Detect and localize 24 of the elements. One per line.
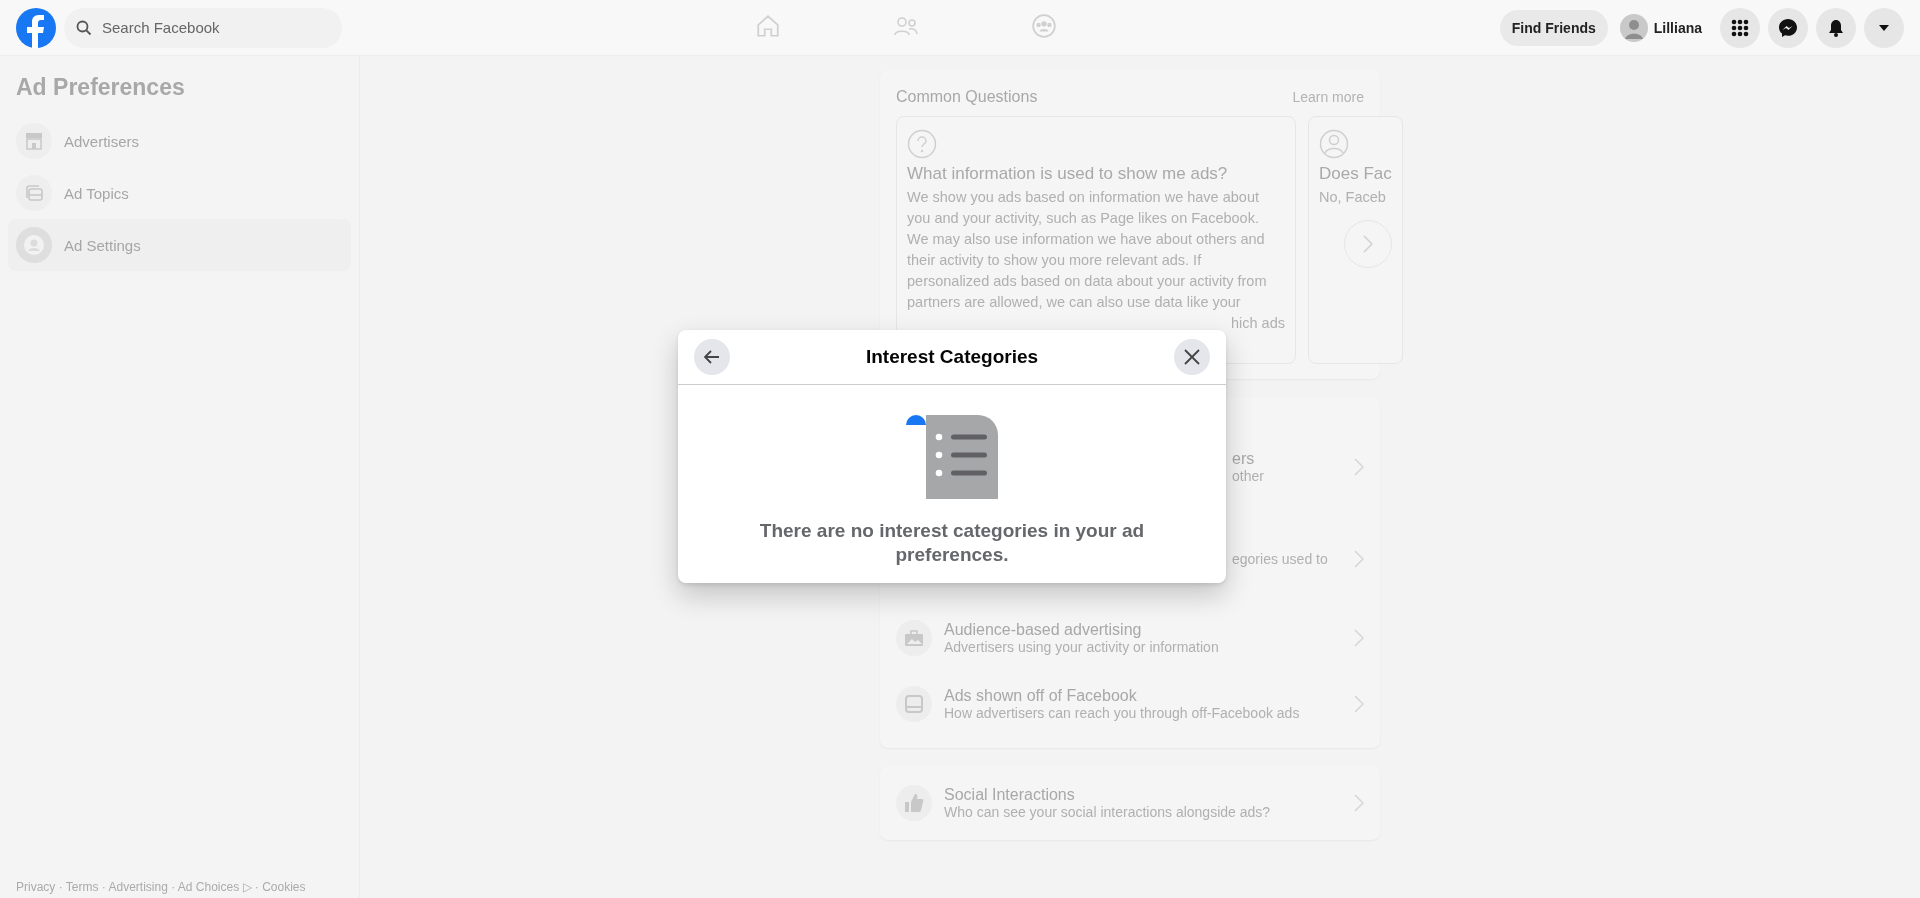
row-subtitle: Who can see your social interactions alongside ads? [944,804,1272,820]
sidebar-title: Ad Preferences [16,74,186,101]
row-title: Ads shown off of Facebook [944,687,1138,705]
answer-line: you and your activity, such as Page likes on Facebook. [907,209,1260,228]
answer-line: their activity to show you more relevant ads. If [907,251,1203,270]
answer-line: partners are allowed, we can also use data like your [907,293,1242,312]
question-title: Does Fac [1319,164,1392,184]
footer-links: Privacy · Terms · Advertising · Ad Choices ▷ · Cookies [15,880,307,896]
card-title: Common Questions [896,88,1038,106]
row-title: Social Interactions [944,786,1076,804]
row-subtitle: egories used to [1232,551,1329,567]
empty-message: There are no interest categories in your ad preferences. [758,519,1146,567]
answer-line: No, Faceb [1319,188,1387,207]
row-title: Audience-based advertising [944,621,1143,639]
question-title: What information is used to show me ads? [907,164,1229,184]
answer-line: We show you ads based on information we have about [907,188,1260,207]
row-subtitle: How advertisers can reach you through off-Facebook ads [944,705,1301,721]
row-subtitle: Advertisers using your activity or information [944,639,1220,655]
row-title: ers [1232,450,1256,468]
answer-line: personalized ads based on data about your activity from [907,272,1268,291]
dialog-title: Interest Categories [865,346,1039,368]
row-subtitle: other [1232,468,1265,484]
answer-line: We may also use information we have about others and [907,230,1266,249]
answer-line: hich ads [1231,314,1285,333]
